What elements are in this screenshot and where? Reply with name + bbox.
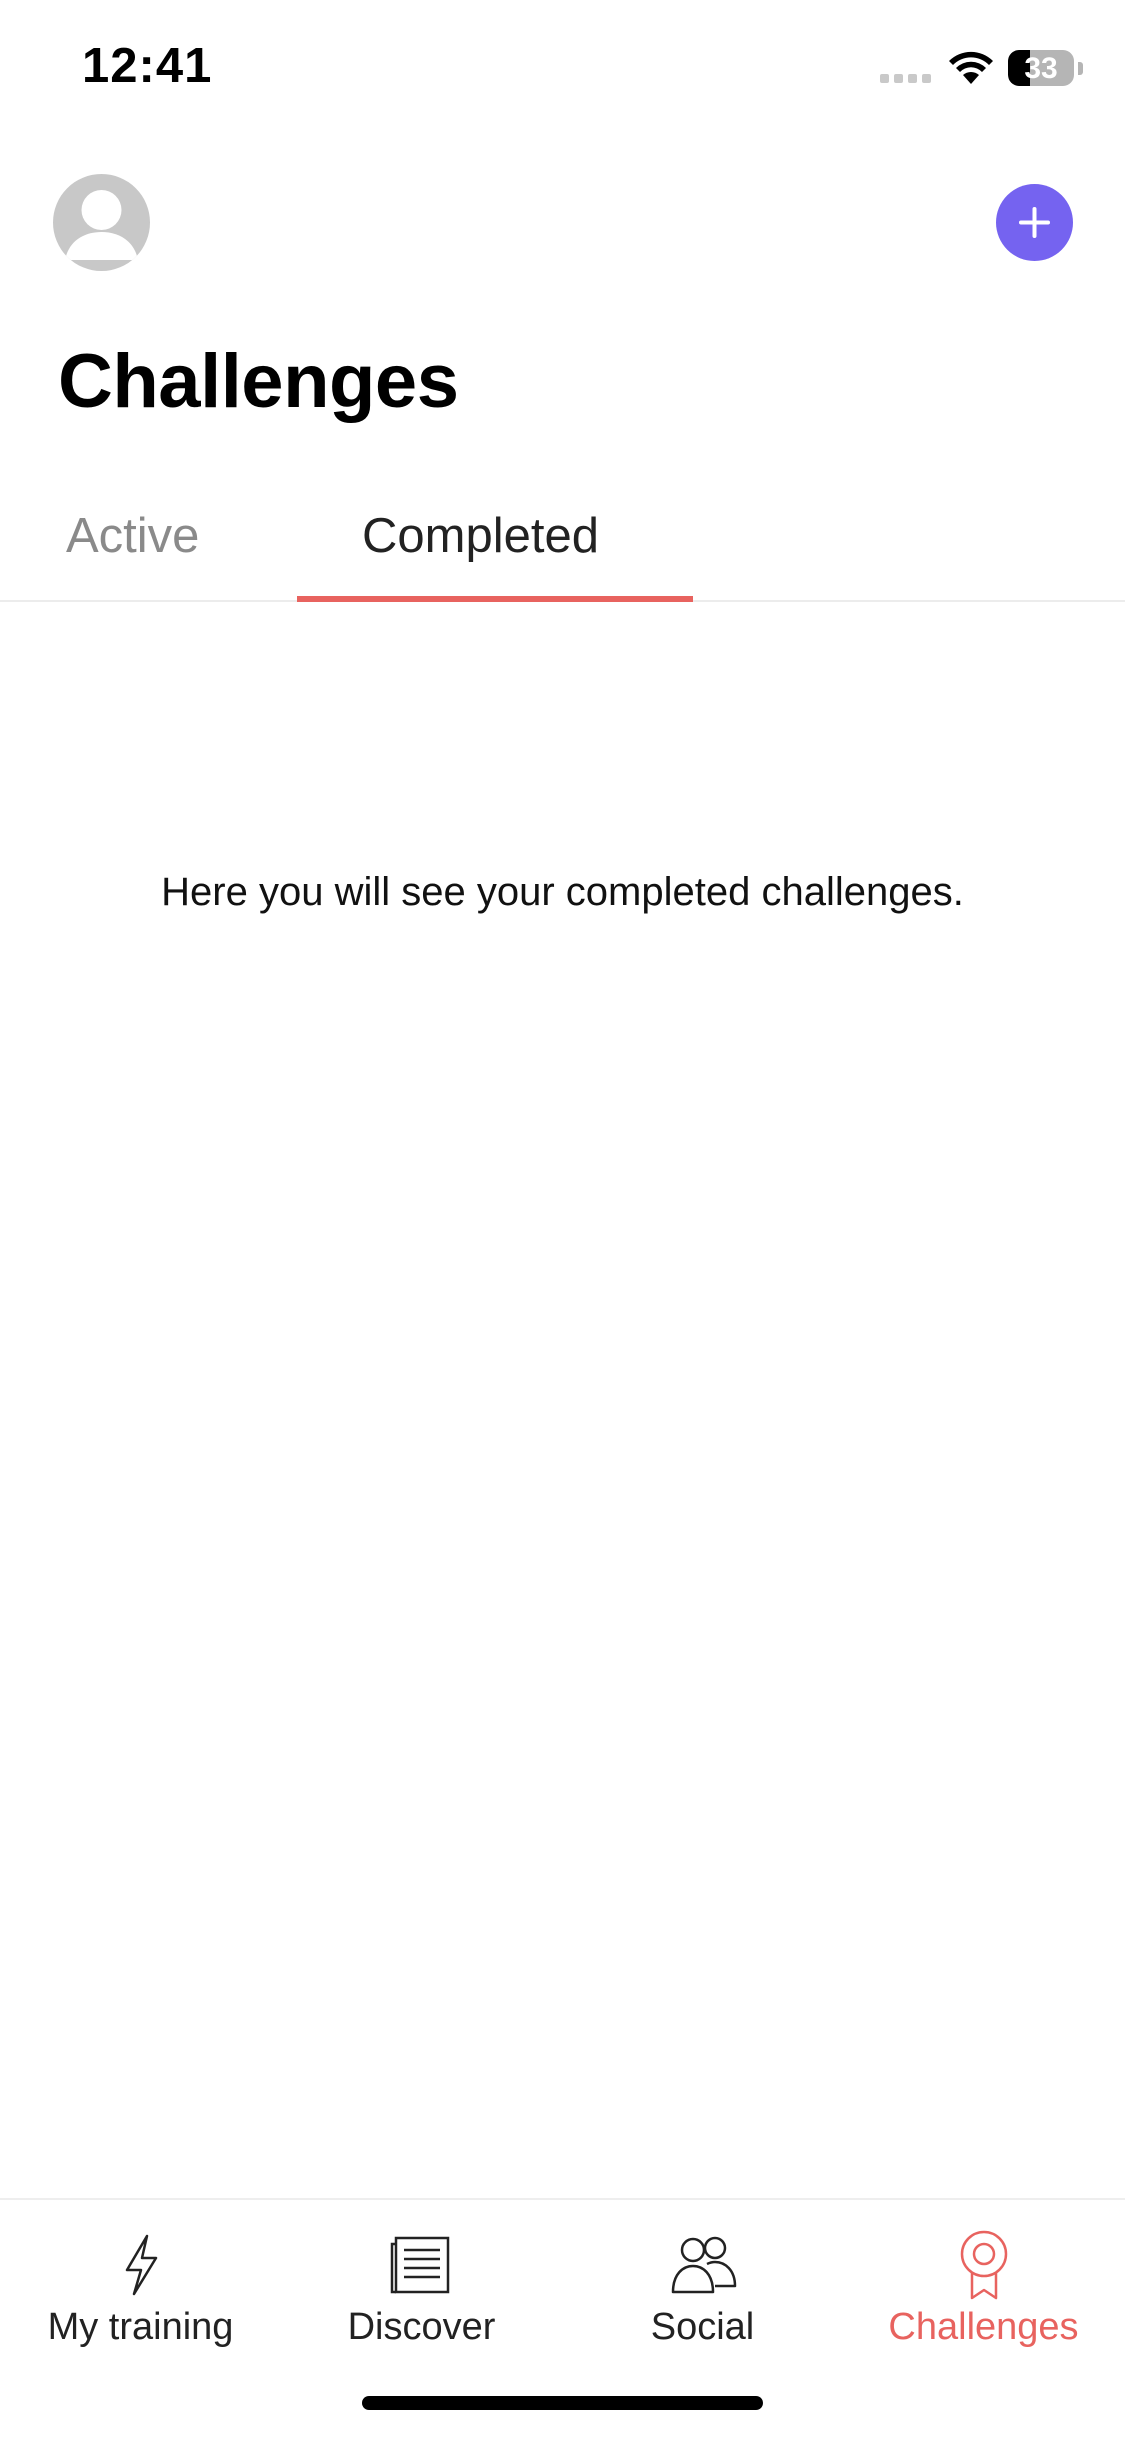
- avatar[interactable]: [53, 174, 150, 271]
- lightning-icon: [125, 2234, 157, 2296]
- status-bar: 12:41 33: [0, 0, 1125, 140]
- nav-item-challenges[interactable]: Challenges: [843, 2200, 1124, 2370]
- empty-state-message: Here you will see your completed challen…: [161, 870, 964, 914]
- nav-item-my-training[interactable]: My training: [0, 2200, 281, 2370]
- tab-bar: Active Completed: [0, 490, 1125, 602]
- medal-icon: [960, 2230, 1007, 2300]
- nav-item-social[interactable]: Social: [562, 2200, 843, 2370]
- nav-label-my-training: My training: [47, 2306, 234, 2348]
- newspaper-icon: [390, 2236, 449, 2294]
- signal-icon: [880, 74, 934, 84]
- person-icon: [65, 190, 138, 260]
- nav-label-discover: Discover: [347, 2306, 496, 2348]
- page-title: Challenges: [58, 339, 459, 424]
- people-icon: [671, 2236, 736, 2294]
- wifi-icon: [949, 51, 993, 84]
- home-indicator: [362, 2396, 763, 2410]
- tab-selected-indicator: [297, 596, 693, 602]
- status-time: 12:41: [82, 39, 213, 93]
- plus-icon: [1019, 207, 1050, 238]
- battery-icon: 33: [1008, 50, 1084, 86]
- nav-label-challenges: Challenges: [888, 2306, 1079, 2348]
- nav-label-social: Social: [650, 2306, 755, 2348]
- nav-item-discover[interactable]: Discover: [281, 2200, 562, 2370]
- tab-active-label: Active: [66, 509, 200, 563]
- tab-completed[interactable]: Completed: [297, 490, 693, 602]
- tab-active[interactable]: Active: [0, 490, 270, 598]
- tab-completed-label: Completed: [362, 509, 599, 563]
- add-challenge-button[interactable]: [996, 184, 1073, 261]
- battery-level: 33: [1024, 52, 1058, 85]
